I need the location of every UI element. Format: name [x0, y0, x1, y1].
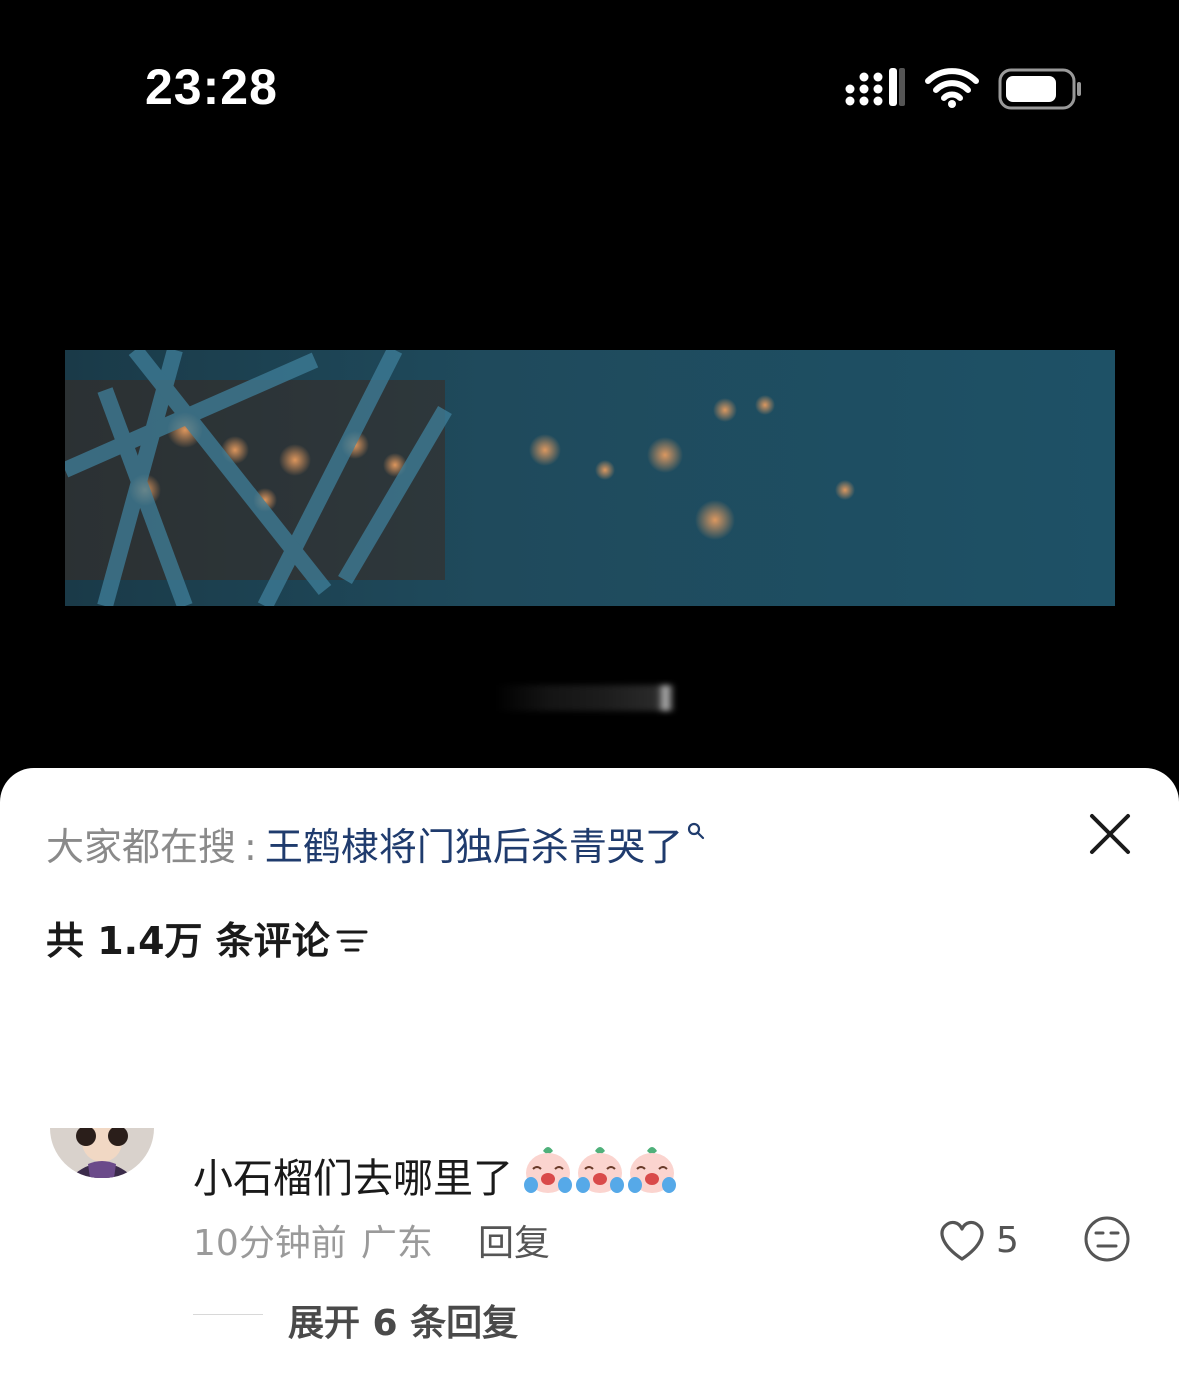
heart-icon[interactable]	[937, 1218, 987, 1262]
crying-face-emoji	[628, 1147, 676, 1193]
comment-text: 小石榴们去哪里了	[193, 1145, 676, 1207]
crying-face-emoji	[576, 1147, 624, 1193]
status-bar: 23:28	[0, 0, 1179, 180]
comments-sheet: 大家都在搜: 王鹤棣将门独后杀青哭了 共 1.4万 条评论 小石榴们去哪里了 1…	[0, 768, 1179, 1391]
crying-face-emoji	[524, 1147, 572, 1193]
like-count: 5	[996, 1220, 1019, 1261]
close-icon[interactable]	[1086, 810, 1134, 858]
video-player[interactable]	[0, 180, 1179, 770]
wifi-icon	[925, 68, 979, 108]
search-icon[interactable]	[687, 822, 705, 840]
comment-count-label: 共 1.4万 条评论	[46, 919, 330, 963]
expand-divider	[193, 1314, 263, 1315]
trending-search-prefix: 大家都在搜	[46, 825, 237, 869]
comment-location: 广东	[360, 1223, 433, 1264]
trending-search-colon: :	[244, 825, 257, 869]
trending-search-term[interactable]: 王鹤棣将门独后杀青哭了	[265, 825, 683, 869]
comment-count: 共 1.4万 条评论	[46, 910, 368, 965]
signal-icon	[845, 68, 905, 106]
reply-button[interactable]: 回复	[478, 1214, 550, 1266]
meh-face-icon[interactable]	[1082, 1214, 1132, 1264]
avatar[interactable]	[50, 1128, 154, 1178]
trending-search[interactable]: 大家都在搜: 王鹤棣将门独后杀青哭了	[46, 816, 705, 871]
comment-time: 10分钟前	[193, 1223, 347, 1264]
status-time: 23:28	[145, 59, 278, 115]
expand-replies-button[interactable]: 展开 6 条回复	[288, 1294, 518, 1346]
battery-icon	[998, 68, 1081, 110]
emoji-row	[519, 1145, 676, 1207]
video-frame[interactable]	[65, 350, 1115, 606]
comment-item: 小石榴们去哪里了 10分钟前 广东 回复 5 展开 6 条回复	[0, 1118, 1179, 1368]
sort-icon[interactable]	[336, 926, 368, 956]
comment-meta: 10分钟前 广东	[193, 1214, 433, 1266]
comment-body: 小石榴们去哪里了	[193, 1156, 513, 1202]
subtitle-blur	[495, 685, 675, 711]
